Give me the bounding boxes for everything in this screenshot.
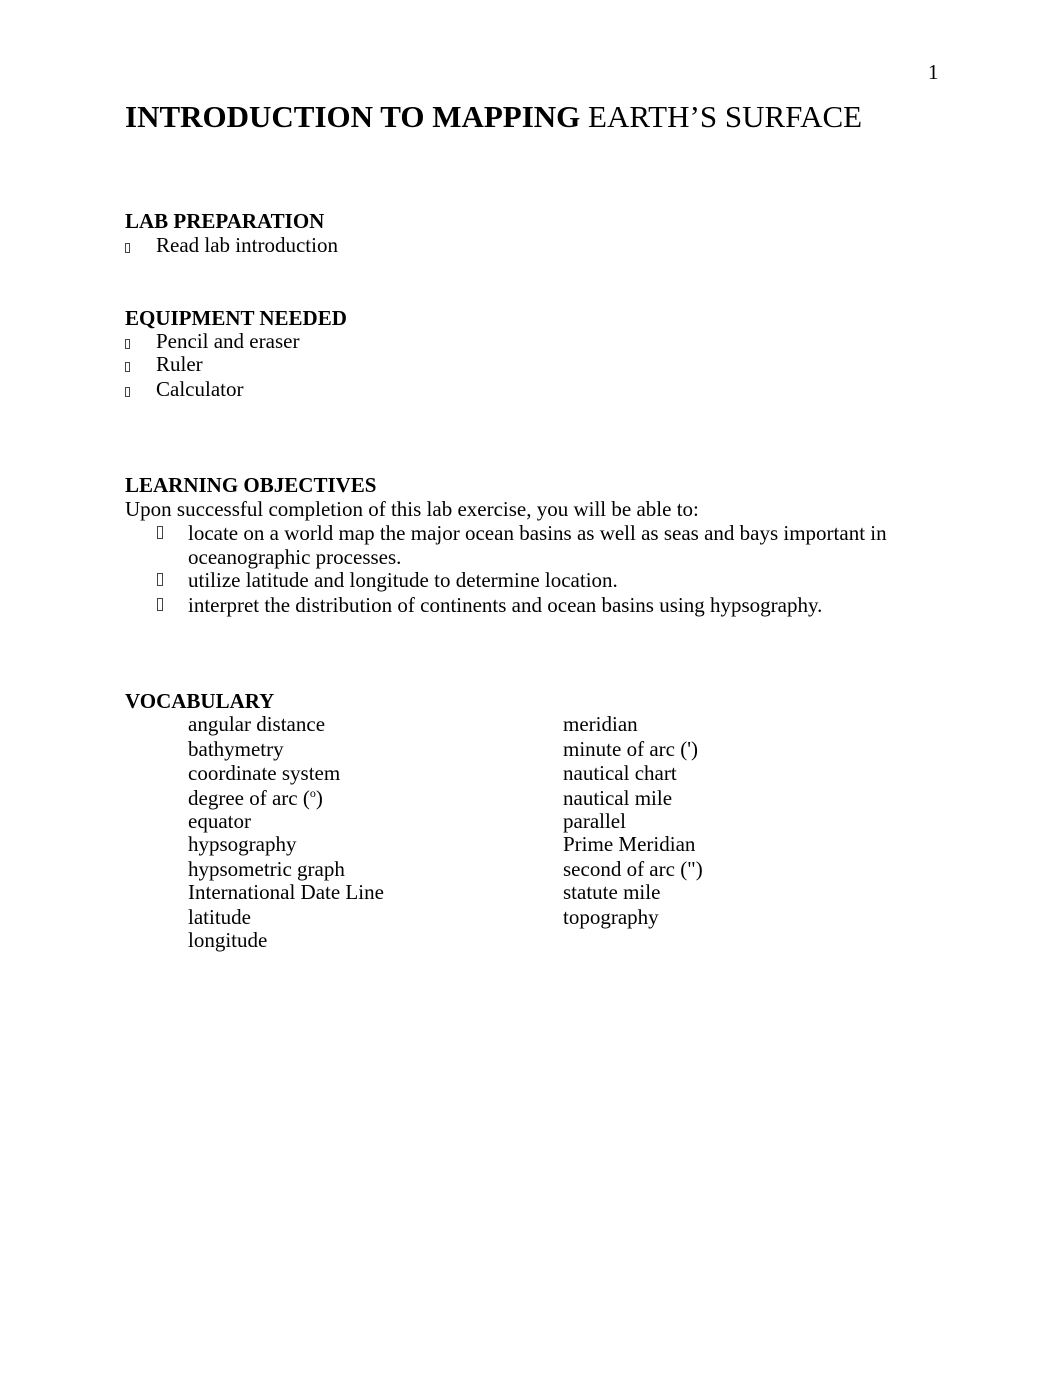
bullet-icon xyxy=(157,526,163,539)
vocab-term: coordinate system xyxy=(188,761,341,785)
objective-item: locate on a world map the major ocean ba… xyxy=(188,521,887,545)
equipment-item: Ruler xyxy=(156,352,203,376)
vocab-term: hypsometric graph xyxy=(188,857,345,881)
vocab-term: International Date Line xyxy=(188,880,384,904)
vocab-term: bathymetry xyxy=(188,737,284,761)
vocab-term: longitude xyxy=(188,928,268,952)
title-regular: EARTH’S SURFACE xyxy=(588,99,863,134)
vocab-term-text: degree of arc ( xyxy=(188,786,310,810)
lab-preparation-heading: LAB PREPARATION xyxy=(125,209,325,233)
vocab-term: equator xyxy=(188,809,251,833)
equipment-item: Pencil and eraser xyxy=(156,329,300,353)
bullet-icon xyxy=(125,387,130,397)
page-number: 1 xyxy=(928,60,939,84)
objective-item-continued: oceanographic processes. xyxy=(188,545,402,569)
objectives-intro: Upon successful completion of this lab e… xyxy=(125,497,699,521)
document-title: INTRODUCTION TO MAPPING EARTH’S SURFACE xyxy=(125,99,862,135)
objectives-heading: LEARNING OBJECTIVES xyxy=(125,473,377,497)
vocab-term: nautical chart xyxy=(563,761,677,785)
vocab-term: topography xyxy=(563,905,659,929)
vocab-term: hypsography xyxy=(188,832,297,856)
vocab-term: angular distance xyxy=(188,712,326,736)
vocab-term: Prime Meridian xyxy=(563,832,696,856)
bullet-icon xyxy=(157,598,163,611)
bullet-icon xyxy=(157,573,163,586)
vocab-term: minute of arc (') xyxy=(563,737,698,761)
vocab-term: parallel xyxy=(563,809,626,833)
vocab-term: second of arc (") xyxy=(563,857,703,881)
vocab-term-close: ) xyxy=(315,786,323,810)
title-bold: INTRODUCTION TO MAPPING xyxy=(125,99,581,134)
vocab-term: latitude xyxy=(188,905,251,929)
vocab-term: degree of arc (o) xyxy=(188,786,323,811)
objective-item: interpret the distribution of continents… xyxy=(188,593,823,617)
equipment-item: Calculator xyxy=(156,377,244,401)
vocab-term: nautical mile xyxy=(563,786,673,810)
bullet-icon xyxy=(125,362,130,372)
vocab-term: statute mile xyxy=(563,880,661,904)
equipment-heading: EQUIPMENT NEEDED xyxy=(125,306,347,330)
lab-prep-item: Read lab introduction xyxy=(156,233,338,257)
bullet-icon xyxy=(125,339,130,349)
objective-item: utilize latitude and longitude to determ… xyxy=(188,568,618,592)
vocabulary-heading: VOCABULARY xyxy=(125,689,275,713)
bullet-icon xyxy=(125,243,130,253)
vocab-term: meridian xyxy=(563,712,638,736)
